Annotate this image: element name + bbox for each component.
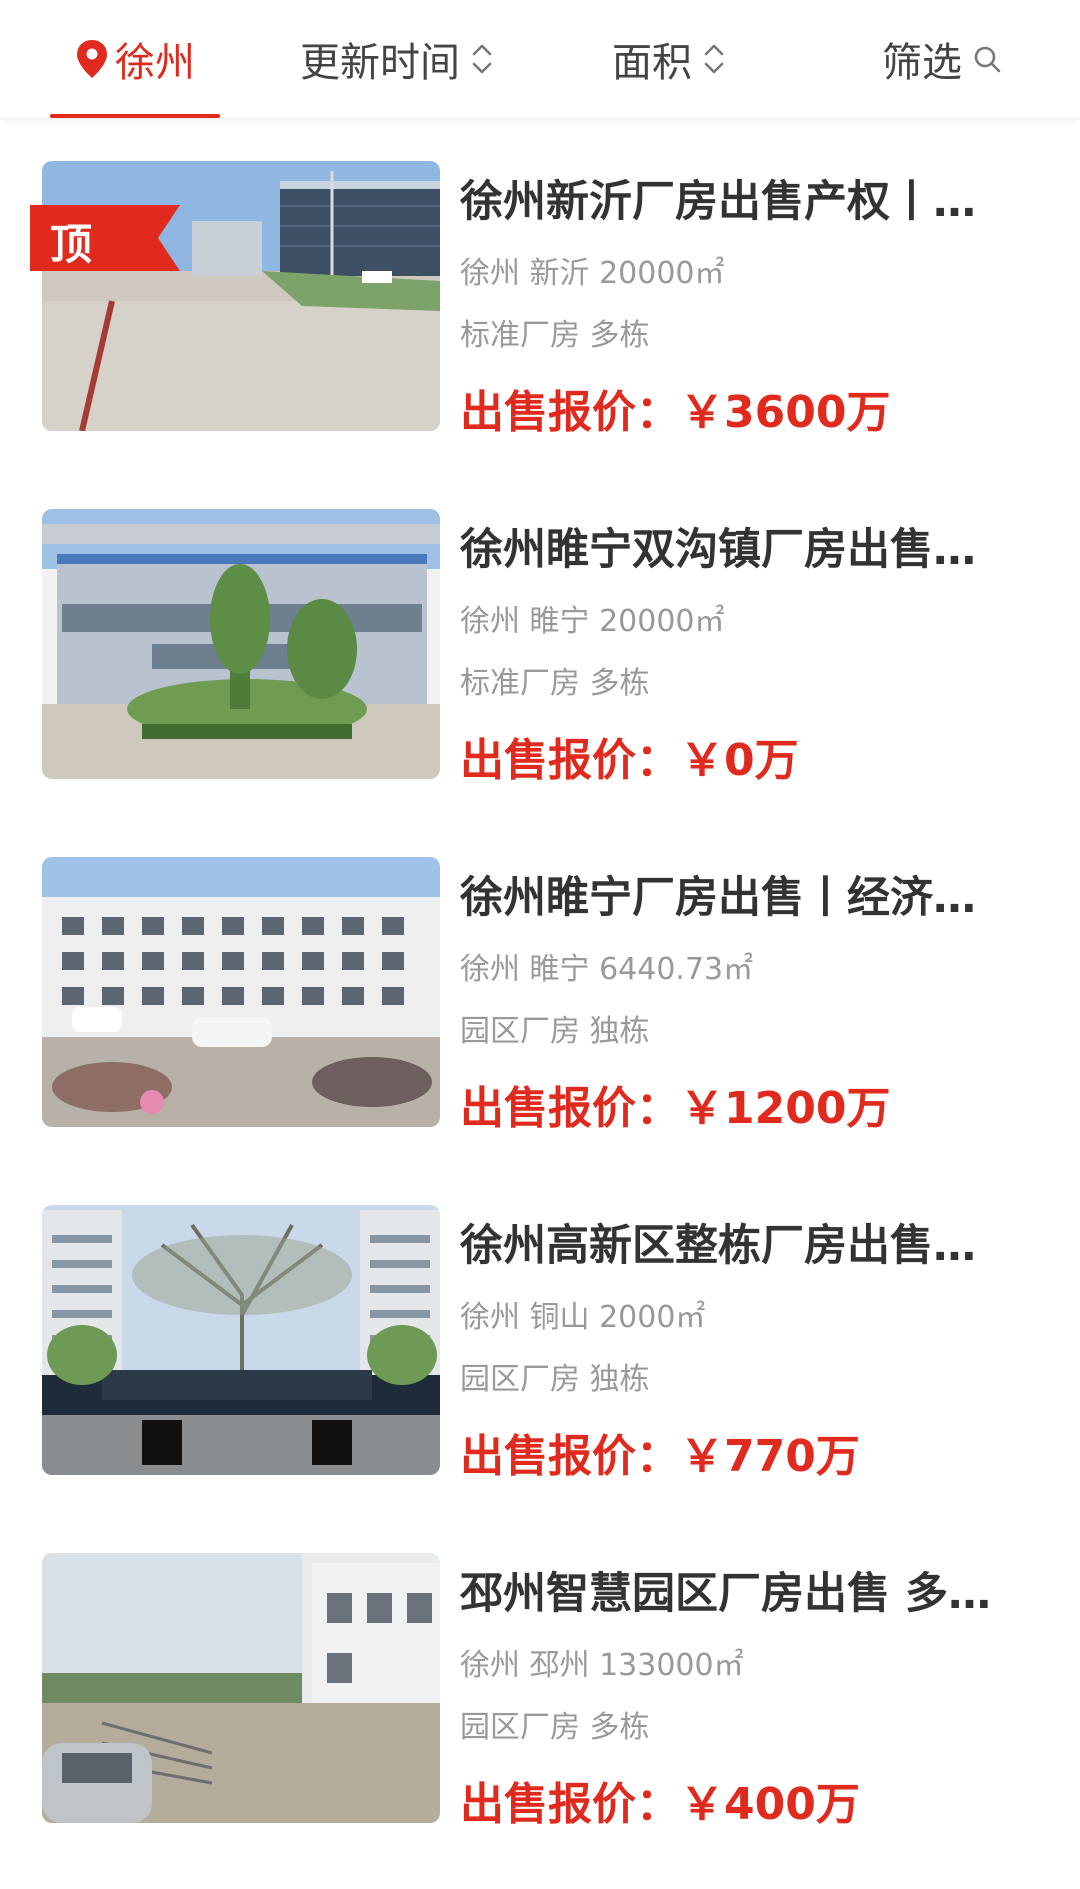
listing-card[interactable]: 徐州睢宁厂房出售丨经济… 徐州 睢宁 6440.73㎡ 园区厂房 独栋 出售报价… <box>0 835 1080 1183</box>
filter-tab[interactable]: 筛选 <box>882 0 1002 118</box>
listing-type: 园区厂房 独栋 <box>460 1362 650 1397</box>
listing-type: 标准厂房 多栋 <box>460 318 650 353</box>
listing-type: 园区厂房 独栋 <box>460 1014 650 1049</box>
location-pin-icon <box>75 39 109 79</box>
top-badge: 顶 <box>30 205 180 271</box>
filter-label: 筛选 <box>882 40 962 86</box>
update-time-sort-tab[interactable]: 更新时间 <box>300 0 494 118</box>
listing-title: 徐州高新区整栋厂房出售… <box>460 1221 976 1271</box>
listing-price: 出售报价：￥770万 <box>460 1431 860 1482</box>
chevron-up-down-icon <box>702 42 726 76</box>
active-tab-underline <box>50 114 220 118</box>
listing-type: 园区厂房 多栋 <box>460 1710 650 1745</box>
listing-location-area: 徐州 睢宁 6440.73㎡ <box>460 952 754 987</box>
listing-price: 出售报价：￥0万 <box>460 735 799 786</box>
search-icon <box>972 44 1002 74</box>
listing-photo <box>42 1205 440 1475</box>
listing-price: 出售报价：￥1200万 <box>460 1083 891 1134</box>
top-badge-label: 顶 <box>50 220 93 269</box>
listing-info: 徐州睢宁厂房出售丨经济… 徐州 睢宁 6440.73㎡ 园区厂房 独栋 出售报价… <box>460 857 1020 1147</box>
listing-location-area: 徐州 铜山 2000㎡ <box>460 1300 706 1335</box>
listing-info: 徐州睢宁双沟镇厂房出售… 徐州 睢宁 20000㎡ 标准厂房 多栋 出售报价：￥… <box>460 509 1020 799</box>
top-filter-bar: 徐州 更新时间 面积 筛选 <box>0 0 1080 119</box>
listing-info: 徐州高新区整栋厂房出售… 徐州 铜山 2000㎡ 园区厂房 独栋 出售报价：￥7… <box>460 1205 1020 1495</box>
listing-photo <box>42 161 440 431</box>
listing-price: 出售报价：￥3600万 <box>460 387 891 438</box>
listing-card[interactable]: 徐州高新区整栋厂房出售… 徐州 铜山 2000㎡ 园区厂房 独栋 出售报价：￥7… <box>0 1183 1080 1531</box>
listing-location-area: 徐州 新沂 20000㎡ <box>460 256 725 291</box>
listing-title: 徐州新沂厂房出售产权丨… <box>460 177 976 227</box>
update-time-label: 更新时间 <box>300 40 460 86</box>
listing-type: 标准厂房 多栋 <box>460 666 650 701</box>
listing-location-area: 徐州 邳州 133000㎡ <box>460 1648 744 1683</box>
listing-title: 徐州睢宁双沟镇厂房出售… <box>460 525 976 575</box>
city-filter-label: 徐州 <box>115 40 195 86</box>
listing-info: 邳州智慧园区厂房出售 多… 徐州 邳州 133000㎡ 园区厂房 多栋 出售报价… <box>460 1553 1020 1843</box>
listing-card[interactable]: 徐州睢宁双沟镇厂房出售… 徐州 睢宁 20000㎡ 标准厂房 多栋 出售报价：￥… <box>0 487 1080 835</box>
listing-card[interactable]: 顶 徐州新沂厂房出售产权丨… 徐州 新沂 20000㎡ 标准厂房 多栋 出售报价… <box>0 139 1080 487</box>
chevron-up-down-icon <box>470 42 494 76</box>
listing-list: 顶 徐州新沂厂房出售产权丨… 徐州 新沂 20000㎡ 标准厂房 多栋 出售报价… <box>0 119 1080 1879</box>
listing-photo <box>42 509 440 779</box>
listing-card[interactable]: 邳州智慧园区厂房出售 多… 徐州 邳州 133000㎡ 园区厂房 多栋 出售报价… <box>0 1531 1080 1879</box>
listing-title: 邳州智慧园区厂房出售 多… <box>460 1569 991 1619</box>
city-filter-tab[interactable]: 徐州 <box>50 0 220 118</box>
area-label: 面积 <box>612 40 692 86</box>
listing-location-area: 徐州 睢宁 20000㎡ <box>460 604 725 639</box>
area-sort-tab[interactable]: 面积 <box>612 0 726 118</box>
listing-photo <box>42 1553 440 1823</box>
listing-title: 徐州睢宁厂房出售丨经济… <box>460 873 976 923</box>
listing-info: 徐州新沂厂房出售产权丨… 徐州 新沂 20000㎡ 标准厂房 多栋 出售报价：￥… <box>460 161 1020 451</box>
listing-price: 出售报价：￥400万 <box>460 1779 860 1830</box>
listing-photo <box>42 857 440 1127</box>
